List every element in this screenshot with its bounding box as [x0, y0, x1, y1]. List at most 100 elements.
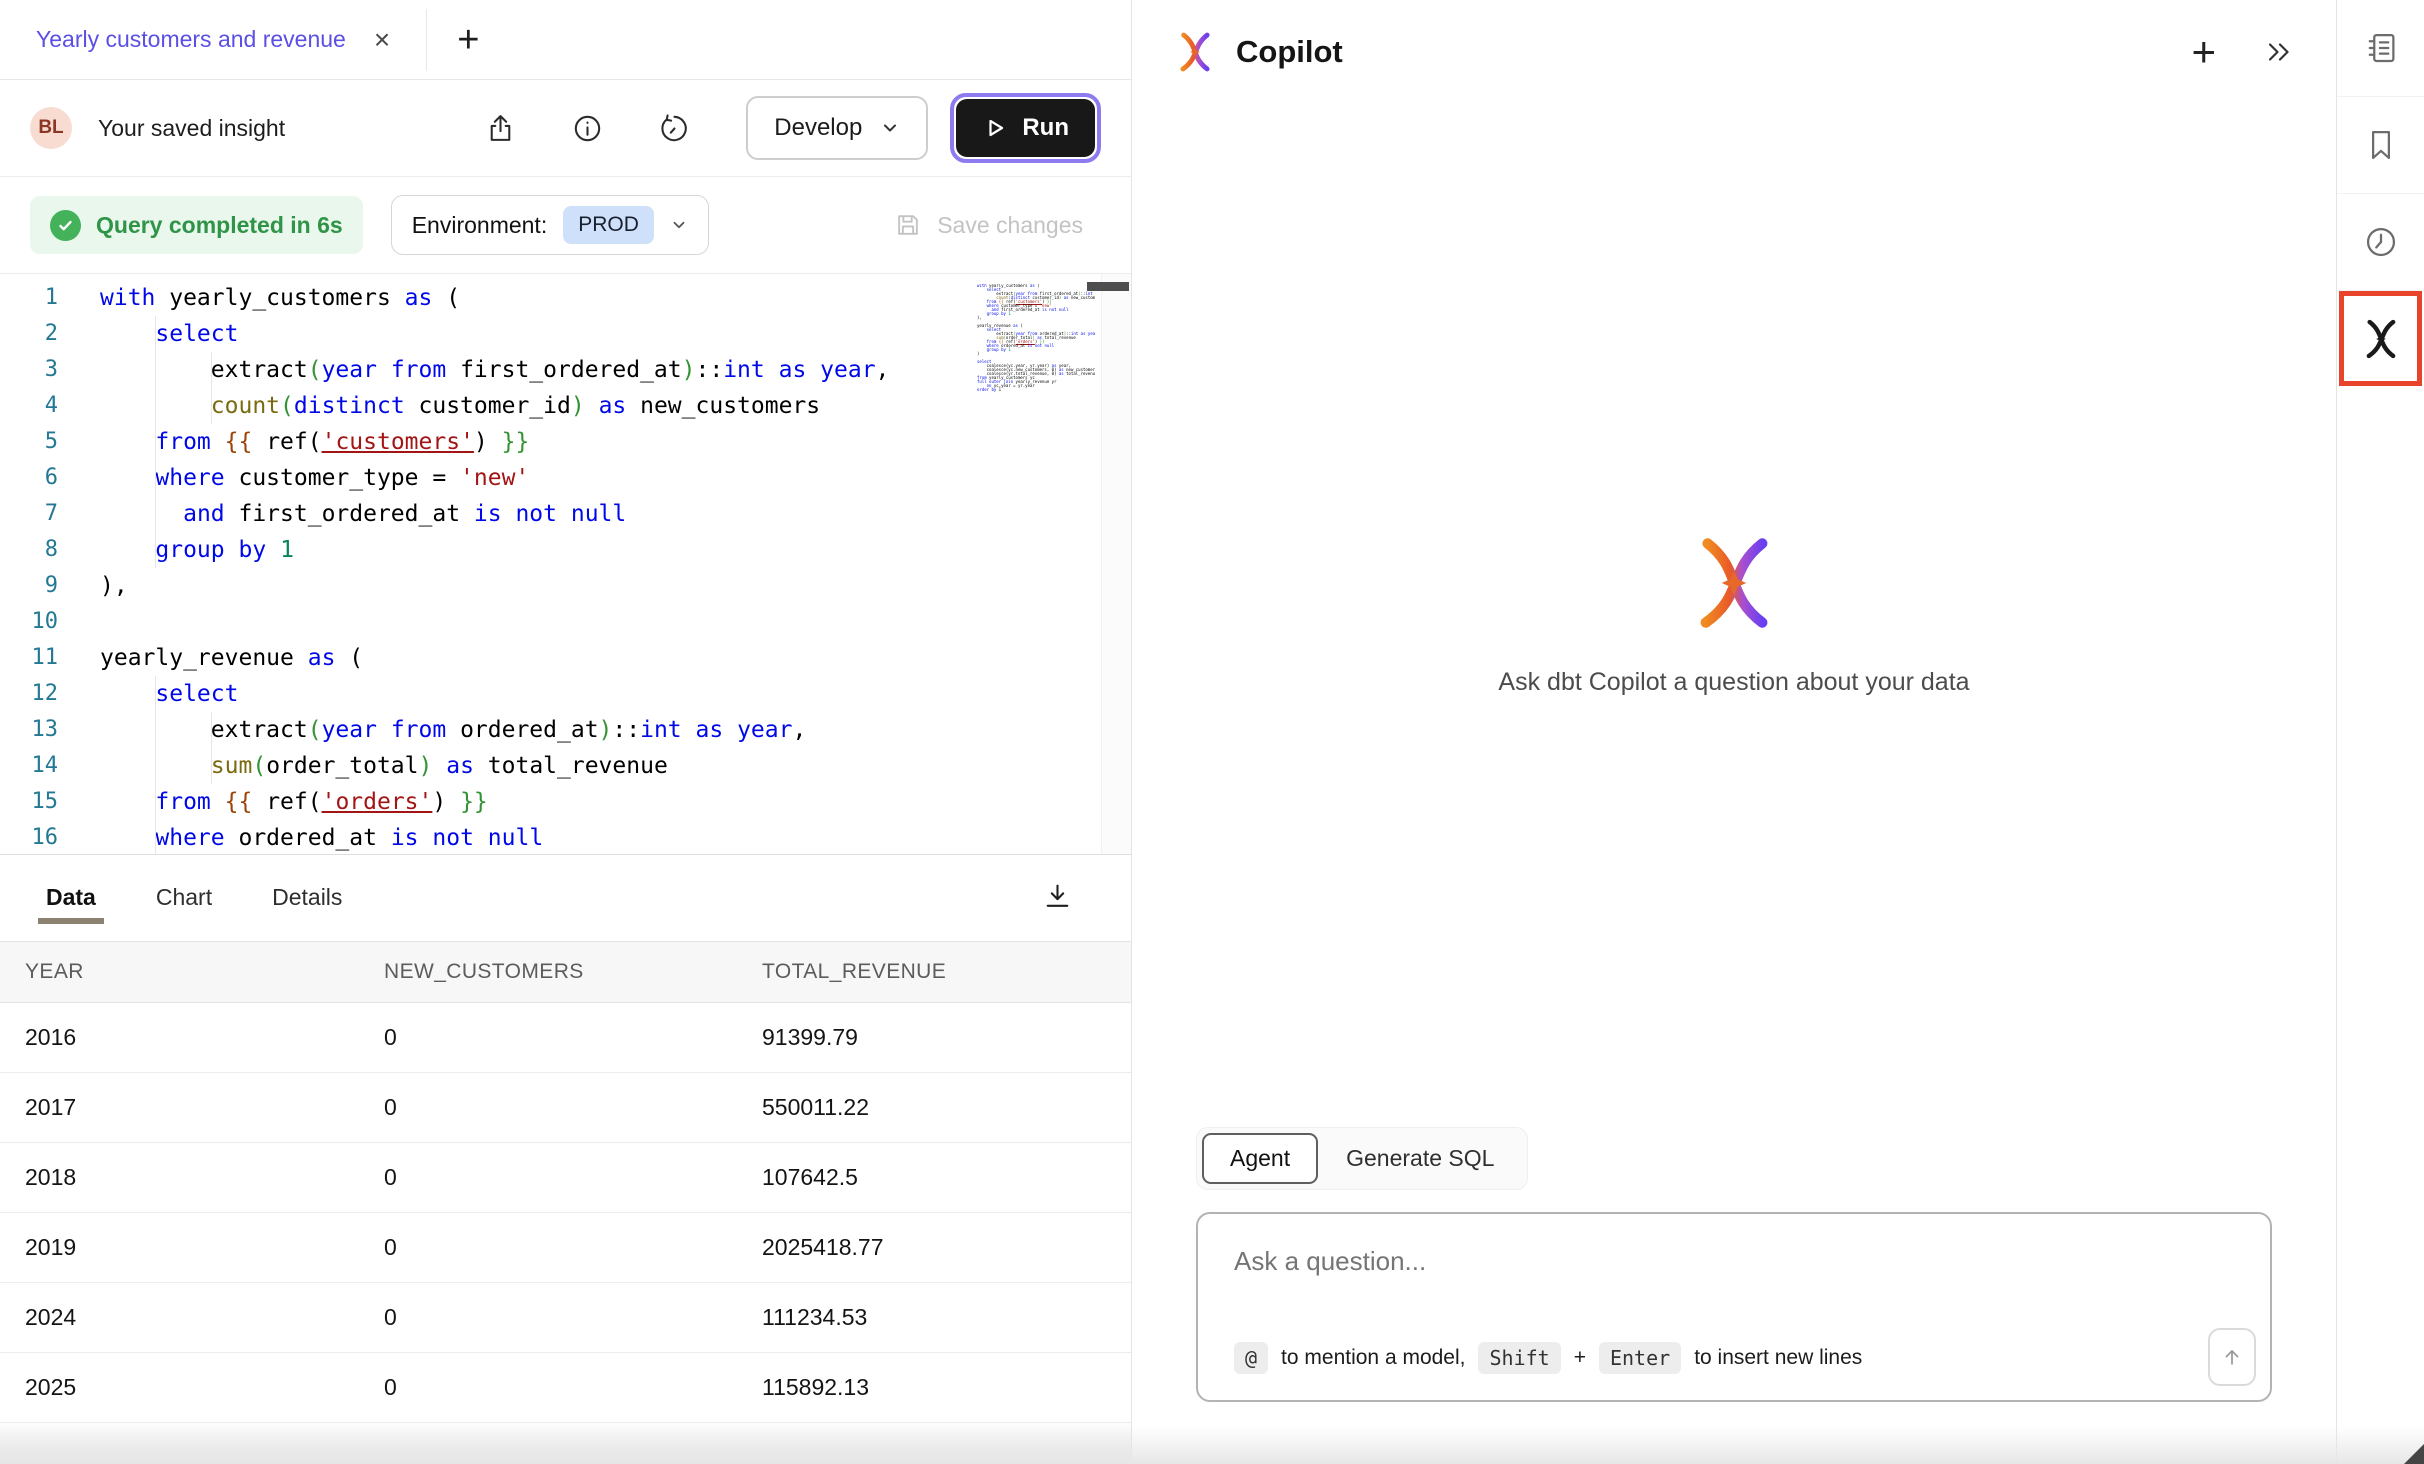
download-icon[interactable] [1042, 881, 1073, 912]
rail-item-history[interactable] [2337, 194, 2424, 291]
code-line[interactable]: 16 where ordered_at is not null [0, 820, 1131, 854]
line-number: 1 [0, 280, 100, 316]
line-number: 12 [0, 676, 100, 712]
code-line[interactable]: 9), [0, 568, 1131, 604]
mode-segmented-control: Agent Generate SQL [1196, 1127, 1528, 1190]
code-line[interactable]: 11yearly_revenue as ( [0, 640, 1131, 676]
table-row[interactable]: 201902025418.77 [0, 1213, 1131, 1283]
rail-item-notebook[interactable] [2337, 0, 2424, 97]
tab-details[interactable]: Details [272, 884, 342, 941]
new-chat-icon[interactable]: + [2191, 31, 2216, 73]
table-row[interactable]: 2016091399.79 [0, 1003, 1131, 1073]
develop-dropdown[interactable]: Develop [746, 96, 928, 160]
mode-generate-sql-button[interactable]: Generate SQL [1318, 1135, 1522, 1182]
query-status-badge: Query completed in 6s [30, 196, 363, 254]
copilot-panel: Copilot + Ask dbt Copilot a ques [1131, 0, 2337, 1464]
line-number: 15 [0, 784, 100, 820]
table-cell: 550011.22 [762, 1094, 1131, 1121]
column-header-new-customers[interactable]: NEW_CUSTOMERS [384, 960, 762, 984]
sql-editor[interactable]: 1with yearly_customers as (2 select3 ext… [0, 273, 1131, 854]
mode-agent-button[interactable]: Agent [1202, 1133, 1318, 1184]
code-lines: 1with yearly_customers as (2 select3 ext… [0, 280, 1131, 854]
chevron-down-icon [670, 216, 688, 234]
code-line[interactable]: 13 extract(year from ordered_at)::int as… [0, 712, 1131, 748]
environment-selector[interactable]: Environment: PROD [391, 195, 709, 255]
new-tab-button[interactable]: + [427, 21, 509, 59]
table-header-row: YEAR NEW_CUSTOMERS TOTAL_REVENUE [0, 941, 1131, 1003]
code-line[interactable]: 1with yearly_customers as ( [0, 280, 1131, 316]
code-line[interactable]: 2 select [0, 316, 1131, 352]
develop-label: Develop [774, 114, 862, 142]
collapse-panel-icon[interactable] [2264, 37, 2294, 67]
editor-scrollbar-thumb[interactable] [1087, 282, 1129, 291]
table-cell: 115892.13 [762, 1374, 1131, 1401]
history-icon[interactable] [659, 113, 690, 144]
run-button[interactable]: Run [956, 99, 1095, 157]
app-window: Yearly customers and revenue × + BL Your… [0, 0, 2424, 1464]
line-number: 14 [0, 748, 100, 784]
line-number: 16 [0, 820, 100, 854]
code-line[interactable]: 12 select [0, 676, 1131, 712]
table-cell: 2017 [0, 1094, 384, 1121]
question-placeholder: Ask a question... [1234, 1246, 2234, 1277]
editor-scrollbar[interactable] [1101, 274, 1131, 854]
copilot-empty-state: Ask dbt Copilot a question about your da… [1132, 104, 2336, 1127]
column-header-total-revenue[interactable]: TOTAL_REVENUE [762, 960, 1131, 984]
save-changes-label: Save changes [937, 212, 1083, 239]
code-line[interactable]: 15 from {{ ref('orders') }} [0, 784, 1131, 820]
table-cell: 2018 [0, 1164, 384, 1191]
insight-title: Your saved insight [98, 115, 285, 142]
code-line[interactable]: 6 where customer_type = 'new' [0, 460, 1131, 496]
shift-key-badge: Shift [1478, 1342, 1560, 1374]
code-line[interactable]: 5 from {{ ref('customers') }} [0, 424, 1131, 460]
line-number: 7 [0, 496, 100, 532]
info-icon[interactable] [572, 113, 603, 144]
editor-minimap[interactable]: with yearly_customers as ( select extrac… [977, 284, 1095, 392]
code-line[interactable]: 14 sum(order_total) as total_revenue [0, 748, 1131, 784]
hint-plus-text: + [1574, 1346, 1586, 1370]
hint-mention-text: to mention a model, [1281, 1346, 1465, 1370]
resize-grip[interactable] [2404, 1444, 2424, 1464]
rail-empty-area [2337, 386, 2424, 1464]
question-input[interactable]: Ask a question... @ to mention a model, … [1196, 1212, 2272, 1402]
column-header-year[interactable]: YEAR [0, 960, 384, 984]
tab-data[interactable]: Data [46, 884, 96, 941]
line-number: 3 [0, 352, 100, 388]
table-row[interactable]: 20170550011.22 [0, 1073, 1131, 1143]
table-cell: 107642.5 [762, 1164, 1131, 1191]
header-icon-group [485, 113, 690, 144]
table-cell: 0 [384, 1304, 762, 1331]
share-icon[interactable] [485, 113, 516, 144]
tab-chart[interactable]: Chart [156, 884, 212, 941]
line-number: 2 [0, 316, 100, 352]
send-button[interactable] [2208, 1328, 2256, 1386]
tab-yearly-customers-and-revenue[interactable]: Yearly customers and revenue × [0, 0, 426, 79]
code-line[interactable]: 3 extract(year from first_ordered_at)::i… [0, 352, 1131, 388]
close-tab-icon[interactable]: × [374, 26, 390, 54]
code-line[interactable]: 8 group by 1 [0, 532, 1131, 568]
copilot-composer: Agent Generate SQL Ask a question... @ t… [1132, 1127, 2336, 1464]
rail-item-bookmarks[interactable] [2337, 97, 2424, 194]
line-number: 10 [0, 604, 100, 640]
table-row[interactable]: 20250115892.13 [0, 1353, 1131, 1423]
save-changes-button[interactable]: Save changes [894, 211, 1083, 239]
environment-label: Environment: [412, 212, 548, 239]
line-number: 9 [0, 568, 100, 604]
table-row[interactable]: 20180107642.5 [0, 1143, 1131, 1213]
code-line[interactable]: 7 and first_ordered_at is not null [0, 496, 1131, 532]
table-cell: 2025418.77 [762, 1234, 1131, 1261]
code-line[interactable]: 10 [0, 604, 1131, 640]
table-cell: 0 [384, 1094, 762, 1121]
table-row[interactable]: 20240111234.53 [0, 1283, 1131, 1353]
enter-key-badge: Enter [1599, 1342, 1681, 1374]
code-line[interactable]: 4 count(distinct customer_id) as new_cus… [0, 388, 1131, 424]
chevron-down-icon [880, 118, 900, 138]
rail-item-copilot[interactable] [2339, 291, 2422, 386]
table-cell: 2025 [0, 1374, 384, 1401]
line-number: 4 [0, 388, 100, 424]
copilot-logo-icon [1174, 31, 1216, 73]
results-footer [0, 1423, 1131, 1464]
table-cell: 0 [384, 1164, 762, 1191]
check-circle-icon [50, 210, 81, 241]
status-bar: Query completed in 6s Environment: PROD … [0, 177, 1131, 273]
